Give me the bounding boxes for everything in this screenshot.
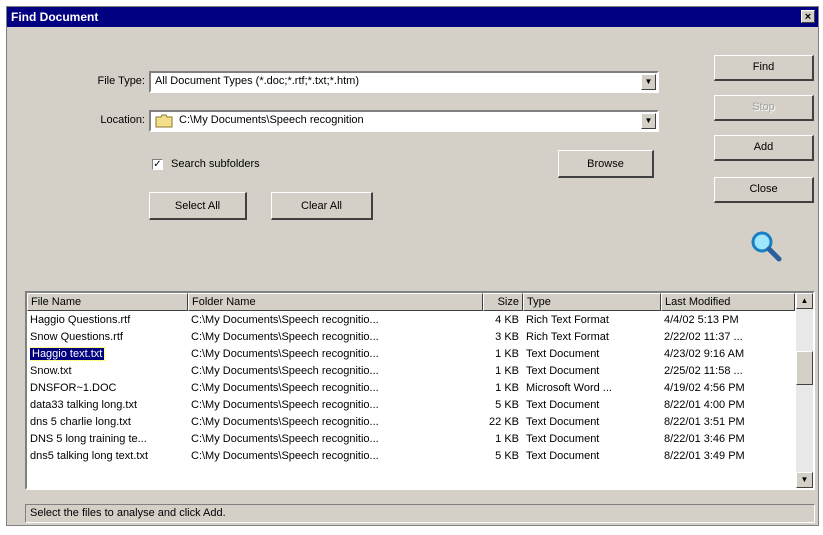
last-modified-cell: 8/22/01 4:00 PM	[664, 399, 745, 411]
folder-name-cell: C:\My Documents\Speech recognitio...	[191, 331, 379, 343]
file-type-label: File Type:	[97, 75, 146, 87]
size-cell: 4 KB	[495, 314, 519, 326]
file-name-cell: DNSFOR~1.DOC	[30, 382, 117, 394]
file-name-cell: dns5 talking long text.txt	[30, 450, 149, 462]
table-row[interactable]: Snow Questions.rtf C:\My Documents\Speech…	[27, 329, 795, 346]
type-cell: Rich Text Format	[526, 331, 609, 343]
search-subfolders-checkbox[interactable]: ✓	[152, 159, 163, 170]
select-all-button[interactable]: Select All	[149, 192, 247, 220]
scroll-down-icon[interactable]: ▼	[796, 472, 813, 488]
table-row[interactable]: Haggio text.txt C:\My Documents\Speech re…	[27, 346, 795, 363]
window-title: Find Document	[11, 10, 99, 24]
location-select[interactable]: C:\My Documents\Speech recognition ▼	[149, 110, 659, 132]
size-cell: 1 KB	[495, 433, 519, 445]
last-modified-cell: 2/25/02 11:58 ...	[664, 365, 743, 377]
column-header-type[interactable]: Type	[523, 293, 661, 311]
file-name-cell: Haggio Questions.rtf	[30, 314, 131, 326]
add-button[interactable]: Add	[714, 135, 814, 161]
folder-name-cell: C:\My Documents\Speech recognitio...	[191, 348, 379, 360]
folder-icon	[155, 114, 173, 128]
last-modified-cell: 4/19/02 4:56 PM	[664, 382, 745, 394]
folder-name-cell: C:\My Documents\Speech recognitio...	[191, 314, 379, 326]
type-cell: Text Document	[526, 450, 600, 462]
column-header-last-modified[interactable]: Last Modified	[661, 293, 795, 311]
type-cell: Text Document	[526, 433, 600, 445]
title-bar: Find Document ×	[7, 7, 818, 27]
file-name-cell: dns 5 charlie long.txt	[30, 416, 131, 428]
last-modified-cell: 4/23/02 9:16 AM	[664, 348, 745, 360]
file-name-cell: Haggio text.txt	[30, 346, 185, 362]
size-cell: 5 KB	[495, 399, 519, 411]
chevron-down-icon[interactable]: ▼	[641, 113, 656, 129]
close-window-button[interactable]: ×	[801, 10, 815, 23]
file-name-cell: DNS 5 long training te...	[30, 433, 147, 445]
status-bar: Select the files to analyse and click Ad…	[25, 504, 815, 523]
file-name-cell: Snow.txt	[30, 365, 72, 377]
find-document-dialog: Find Document × File Type: All Document …	[6, 6, 819, 526]
table-row[interactable]: DNS 5 long training te... C:\My Documents…	[27, 431, 795, 448]
size-cell: 1 KB	[495, 348, 519, 360]
table-row[interactable]: dns 5 charlie long.txt C:\My Documents\Sp…	[27, 414, 795, 431]
last-modified-cell: 8/22/01 3:49 PM	[664, 450, 745, 462]
find-button[interactable]: Find	[714, 55, 814, 81]
file-name-cell: data33 talking long.txt	[30, 399, 138, 411]
location-label: Location:	[100, 114, 145, 126]
size-cell: 1 KB	[495, 365, 519, 377]
chevron-down-icon[interactable]: ▼	[641, 74, 656, 90]
results-list[interactable]: File Name Folder Name Size Type Last Mod…	[25, 291, 815, 490]
scroll-up-icon[interactable]: ▲	[796, 293, 813, 309]
close-button[interactable]: Close	[714, 177, 814, 203]
file-type-select[interactable]: All Document Types (*.doc;*.rtf;*.txt;*.…	[149, 71, 659, 93]
folder-name-cell: C:\My Documents\Speech recognitio...	[191, 382, 379, 394]
table-row[interactable]: Snow.txt C:\My Documents\Speech recogniti…	[27, 363, 795, 380]
last-modified-cell: 8/22/01 3:51 PM	[664, 416, 745, 428]
column-header-folder-name[interactable]: Folder Name	[188, 293, 483, 311]
folder-name-cell: C:\My Documents\Speech recognitio...	[191, 399, 379, 411]
search-subfolders-label: Search subfolders	[171, 158, 260, 170]
type-cell: Text Document	[526, 365, 600, 377]
type-cell: Text Document	[526, 399, 600, 411]
magnifier-icon	[751, 231, 782, 262]
size-cell: 22 KB	[489, 416, 519, 428]
stop-button[interactable]: Stop	[714, 95, 814, 121]
clear-all-button[interactable]: Clear All	[271, 192, 373, 220]
size-cell: 1 KB	[495, 382, 519, 394]
location-value: C:\My Documents\Speech recognition	[179, 114, 364, 126]
browse-button[interactable]: Browse	[558, 150, 654, 178]
last-modified-cell: 4/4/02 5:13 PM	[664, 314, 739, 326]
file-name-cell: Snow Questions.rtf	[30, 331, 123, 343]
type-cell: Rich Text Format	[526, 314, 609, 326]
table-row[interactable]: DNSFOR~1.DOC C:\My Documents\Speech recog…	[27, 380, 795, 397]
last-modified-cell: 2/22/02 11:37 ...	[664, 331, 743, 343]
selected-file-name: Haggio text.txt	[30, 347, 106, 361]
folder-name-cell: C:\My Documents\Speech recognitio...	[191, 433, 379, 445]
size-cell: 5 KB	[495, 450, 519, 462]
folder-name-cell: C:\My Documents\Speech recognitio...	[191, 365, 379, 377]
table-row[interactable]: dns5 talking long text.txt C:\My Document…	[27, 448, 795, 465]
type-cell: Text Document	[526, 416, 600, 428]
size-cell: 3 KB	[495, 331, 519, 343]
folder-name-cell: C:\My Documents\Speech recognitio...	[191, 416, 379, 428]
type-cell: Microsoft Word ...	[526, 382, 612, 394]
column-header-file-name[interactable]: File Name	[27, 293, 188, 311]
file-type-value: All Document Types (*.doc;*.rtf;*.txt;*.…	[155, 75, 359, 87]
type-cell: Text Document	[526, 348, 600, 360]
list-scrollbar[interactable]: ▲ ▼	[796, 293, 813, 488]
table-row[interactable]: data33 talking long.txt C:\My Documents\S…	[27, 397, 795, 414]
scroll-thumb[interactable]	[796, 351, 813, 385]
folder-name-cell: C:\My Documents\Speech recognitio...	[191, 450, 379, 462]
last-modified-cell: 8/22/01 3:46 PM	[664, 433, 745, 445]
column-header-size[interactable]: Size	[483, 293, 523, 311]
table-row[interactable]: Haggio Questions.rtf C:\My Documents\Spee…	[27, 312, 795, 329]
